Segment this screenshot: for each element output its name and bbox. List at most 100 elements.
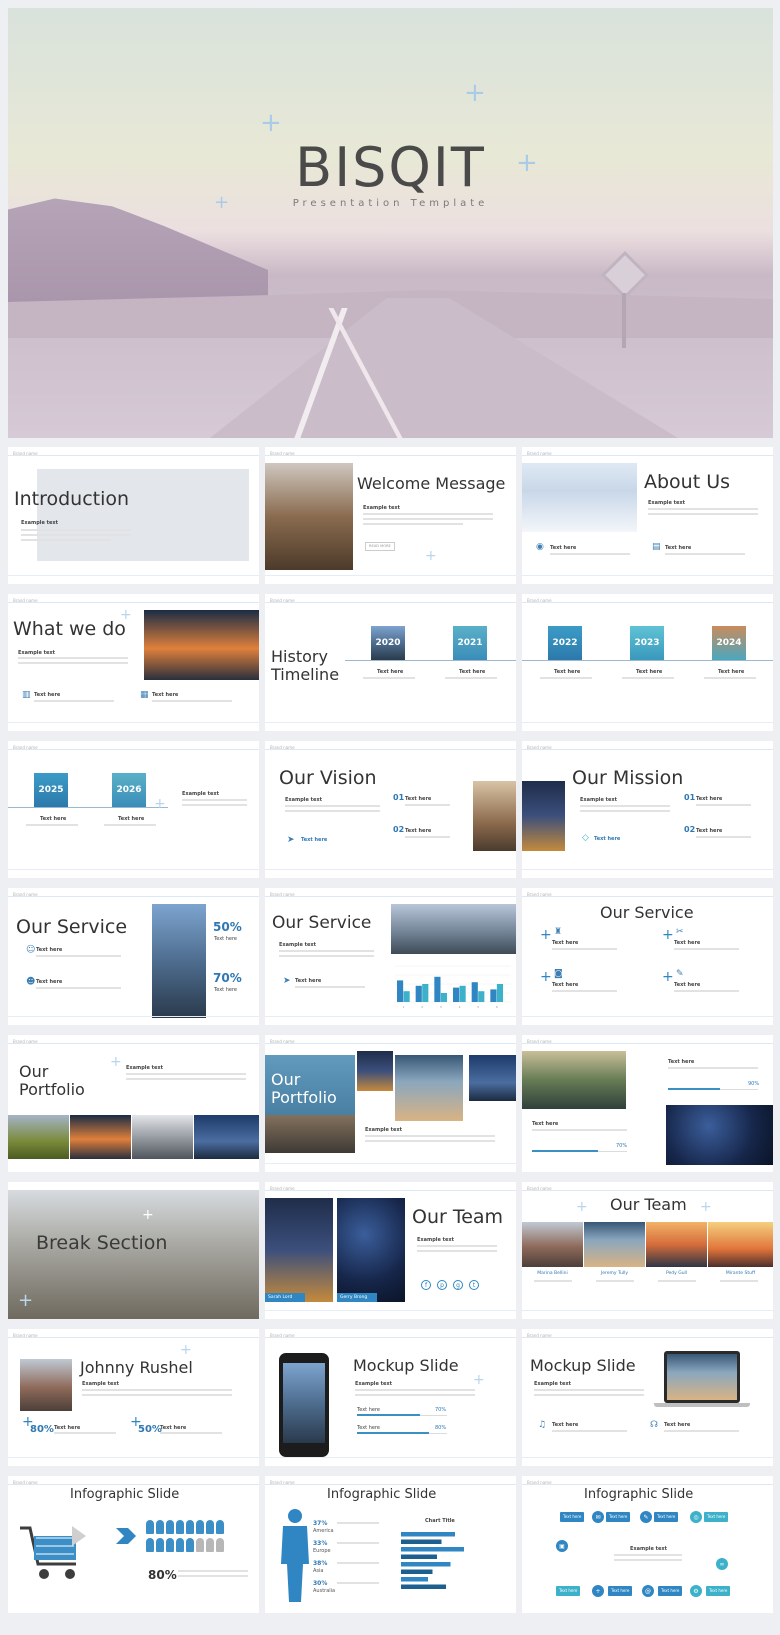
calendar-icon: ▦ (140, 690, 149, 700)
feature-label: Text here (674, 982, 701, 988)
slide-welcome[interactable]: Brand name Welcome Message Example text … (265, 447, 516, 584)
chart-tick-label: 5 (477, 1005, 479, 1009)
chart-title: Chart Title (425, 1518, 455, 1524)
chart-tick-label: 4 (459, 1005, 461, 1009)
hero-slide: + + + + BISQIT Presentation Template (8, 8, 773, 438)
feature-label: Text here (552, 940, 579, 946)
chart-bar (422, 984, 429, 1002)
example-label: Example text (21, 520, 59, 526)
slide-our-team-1[interactable]: Brand name Sarah Lord Gerry Brong Our Te… (265, 1182, 516, 1319)
slide-portfolio-1[interactable]: Brand name Our Portfolio + Example text (8, 1035, 259, 1172)
item-label: Text here (696, 828, 723, 834)
slide-infographic-2[interactable]: Brand name Infographic Slide 37% America 3… (265, 1476, 516, 1613)
slide-infographic-3[interactable]: Brand name Infographic Slide Text here ✉… (522, 1476, 773, 1613)
portfolio-photo (357, 1051, 393, 1091)
chart-bar (403, 991, 410, 1002)
person-icon (146, 1520, 154, 1534)
year-box: 2023 (630, 626, 664, 660)
timeline-label: Text here (459, 669, 486, 675)
year-box: 2024 (712, 626, 746, 660)
slide-title: Our Mission (572, 767, 684, 789)
colosseum-photo (473, 781, 516, 851)
chart-bar (401, 1577, 428, 1582)
slide-title: Our Portfolio (19, 1062, 85, 1099)
person-icon (156, 1520, 164, 1534)
chart-bar (401, 1569, 433, 1574)
example-label: Example text (363, 505, 401, 511)
chart-bar (397, 980, 404, 1002)
team-photo (646, 1222, 707, 1267)
member-name: Jeremy Tully (600, 1271, 629, 1276)
slide-portfolio-2[interactable]: Brand name Our Portfolio Example text (265, 1035, 516, 1172)
chart-bar (415, 985, 422, 1002)
slide-introduction[interactable]: Brand name Introduction Example text (8, 447, 259, 584)
feature-label: Text here (54, 1425, 81, 1431)
pinterest-icon[interactable]: p (437, 1280, 447, 1290)
person-icon (166, 1538, 174, 1552)
slide-our-service-2[interactable]: Brand name Our Service Example text ➤ Te… (265, 888, 516, 1025)
slide-our-vision[interactable]: Brand name Our Vision Example text ➤ Tex… (265, 741, 516, 878)
chart-tick-label: 3 (440, 1005, 442, 1009)
year-box: 2021 (453, 626, 487, 660)
skyscraper-photo (152, 904, 206, 1018)
slide-history-timeline[interactable]: Brand name History Timeline 2020 2021 Te… (265, 594, 516, 731)
flow-step: Text here (706, 1586, 731, 1596)
brand-label: Brand name (270, 1039, 295, 1044)
chart-bar (471, 982, 478, 1002)
laptop-screen (667, 1354, 737, 1400)
slide-portfolio-3[interactable]: Brand name Text here 90% Text here 70% (522, 1035, 773, 1172)
slide-about[interactable]: Brand name About Us Example text ◉ Text … (522, 447, 773, 584)
slide-what-we-do[interactable]: Brand name What we do + Example text ▥ T… (8, 594, 259, 731)
hero-subtitle: Presentation Template (292, 198, 489, 209)
progress-label: 70% (616, 1143, 628, 1149)
eye-icon: ◉ (536, 542, 544, 552)
night-city-photo (522, 781, 565, 851)
person-silhouette-icon (281, 1509, 309, 1602)
slide-title: Our Team (610, 1195, 687, 1214)
flow-step: Text here (606, 1512, 631, 1522)
brand-label: Brand name (527, 451, 552, 456)
slide-our-service-3[interactable]: Brand name Our Service + ♜ Text here + ✂… (522, 888, 773, 1025)
slide-title: About Us (644, 471, 731, 493)
chart-bar (453, 987, 460, 1002)
brand-label: Brand name (13, 598, 38, 603)
facebook-icon[interactable]: f (421, 1280, 431, 1290)
feature-label: Text here (552, 1422, 579, 1428)
example-label: Example text (365, 1127, 403, 1133)
slide-timeline-3[interactable]: Brand name 2025 2026 + Text here Text he… (8, 741, 259, 878)
read-more-button[interactable]: READ MORE (365, 542, 395, 552)
feature-label: Text here (552, 982, 579, 988)
slide-title: Infographic Slide (327, 1487, 437, 1502)
slide-profile[interactable]: Brand name Johnny Rushel + Example text … (8, 1329, 259, 1466)
example-label: Example text (417, 1237, 455, 1243)
user-icon: ☺ (26, 945, 36, 955)
slide-timeline-2[interactable]: Brand name 2022 2023 2024 Text here Text… (522, 594, 773, 731)
region-name: America (313, 1528, 334, 1534)
pen-icon: ✎ (676, 969, 684, 979)
slide-infographic-1[interactable]: Brand name Infographic Slide 80% (8, 1476, 259, 1613)
slide-title: Our Service (600, 903, 694, 922)
person-icon (186, 1538, 194, 1552)
slide-break-section[interactable]: + + Break Section (8, 1182, 259, 1319)
diamond-icon: ◇ (582, 833, 589, 843)
year-box: 2025 (34, 773, 68, 807)
slide-title: Our Team (412, 1206, 504, 1228)
progress-bar (357, 1432, 429, 1434)
feature-label: Text here (160, 1425, 187, 1431)
slide-title: Our Service (16, 916, 128, 938)
slide-mockup-1[interactable]: Brand name Mockup Slide + Example text T… (265, 1329, 516, 1466)
slide-our-service-1[interactable]: Brand name Our Service ☺ Text here ☻ Tex… (8, 888, 259, 1025)
google-plus-icon[interactable]: g (453, 1280, 463, 1290)
slide-our-mission[interactable]: Brand name Our Mission Example text ◇ Te… (522, 741, 773, 878)
sign-pole (622, 293, 626, 348)
item-label: Text here (405, 796, 432, 802)
person-icon (216, 1520, 224, 1534)
slide-our-team-2[interactable]: Brand name Our Team + + Marina Bellini J… (522, 1182, 773, 1319)
region-name: Asia (313, 1568, 324, 1574)
example-label: Example text (82, 1381, 120, 1387)
twitter-icon[interactable]: t (469, 1280, 479, 1290)
slide-title: Introduction (14, 488, 130, 510)
member-name: Pedy Gull (665, 1271, 688, 1276)
arrow-right-icon (116, 1528, 136, 1544)
slide-mockup-2[interactable]: Brand name Mockup Slide Example text ♫ T… (522, 1329, 773, 1466)
